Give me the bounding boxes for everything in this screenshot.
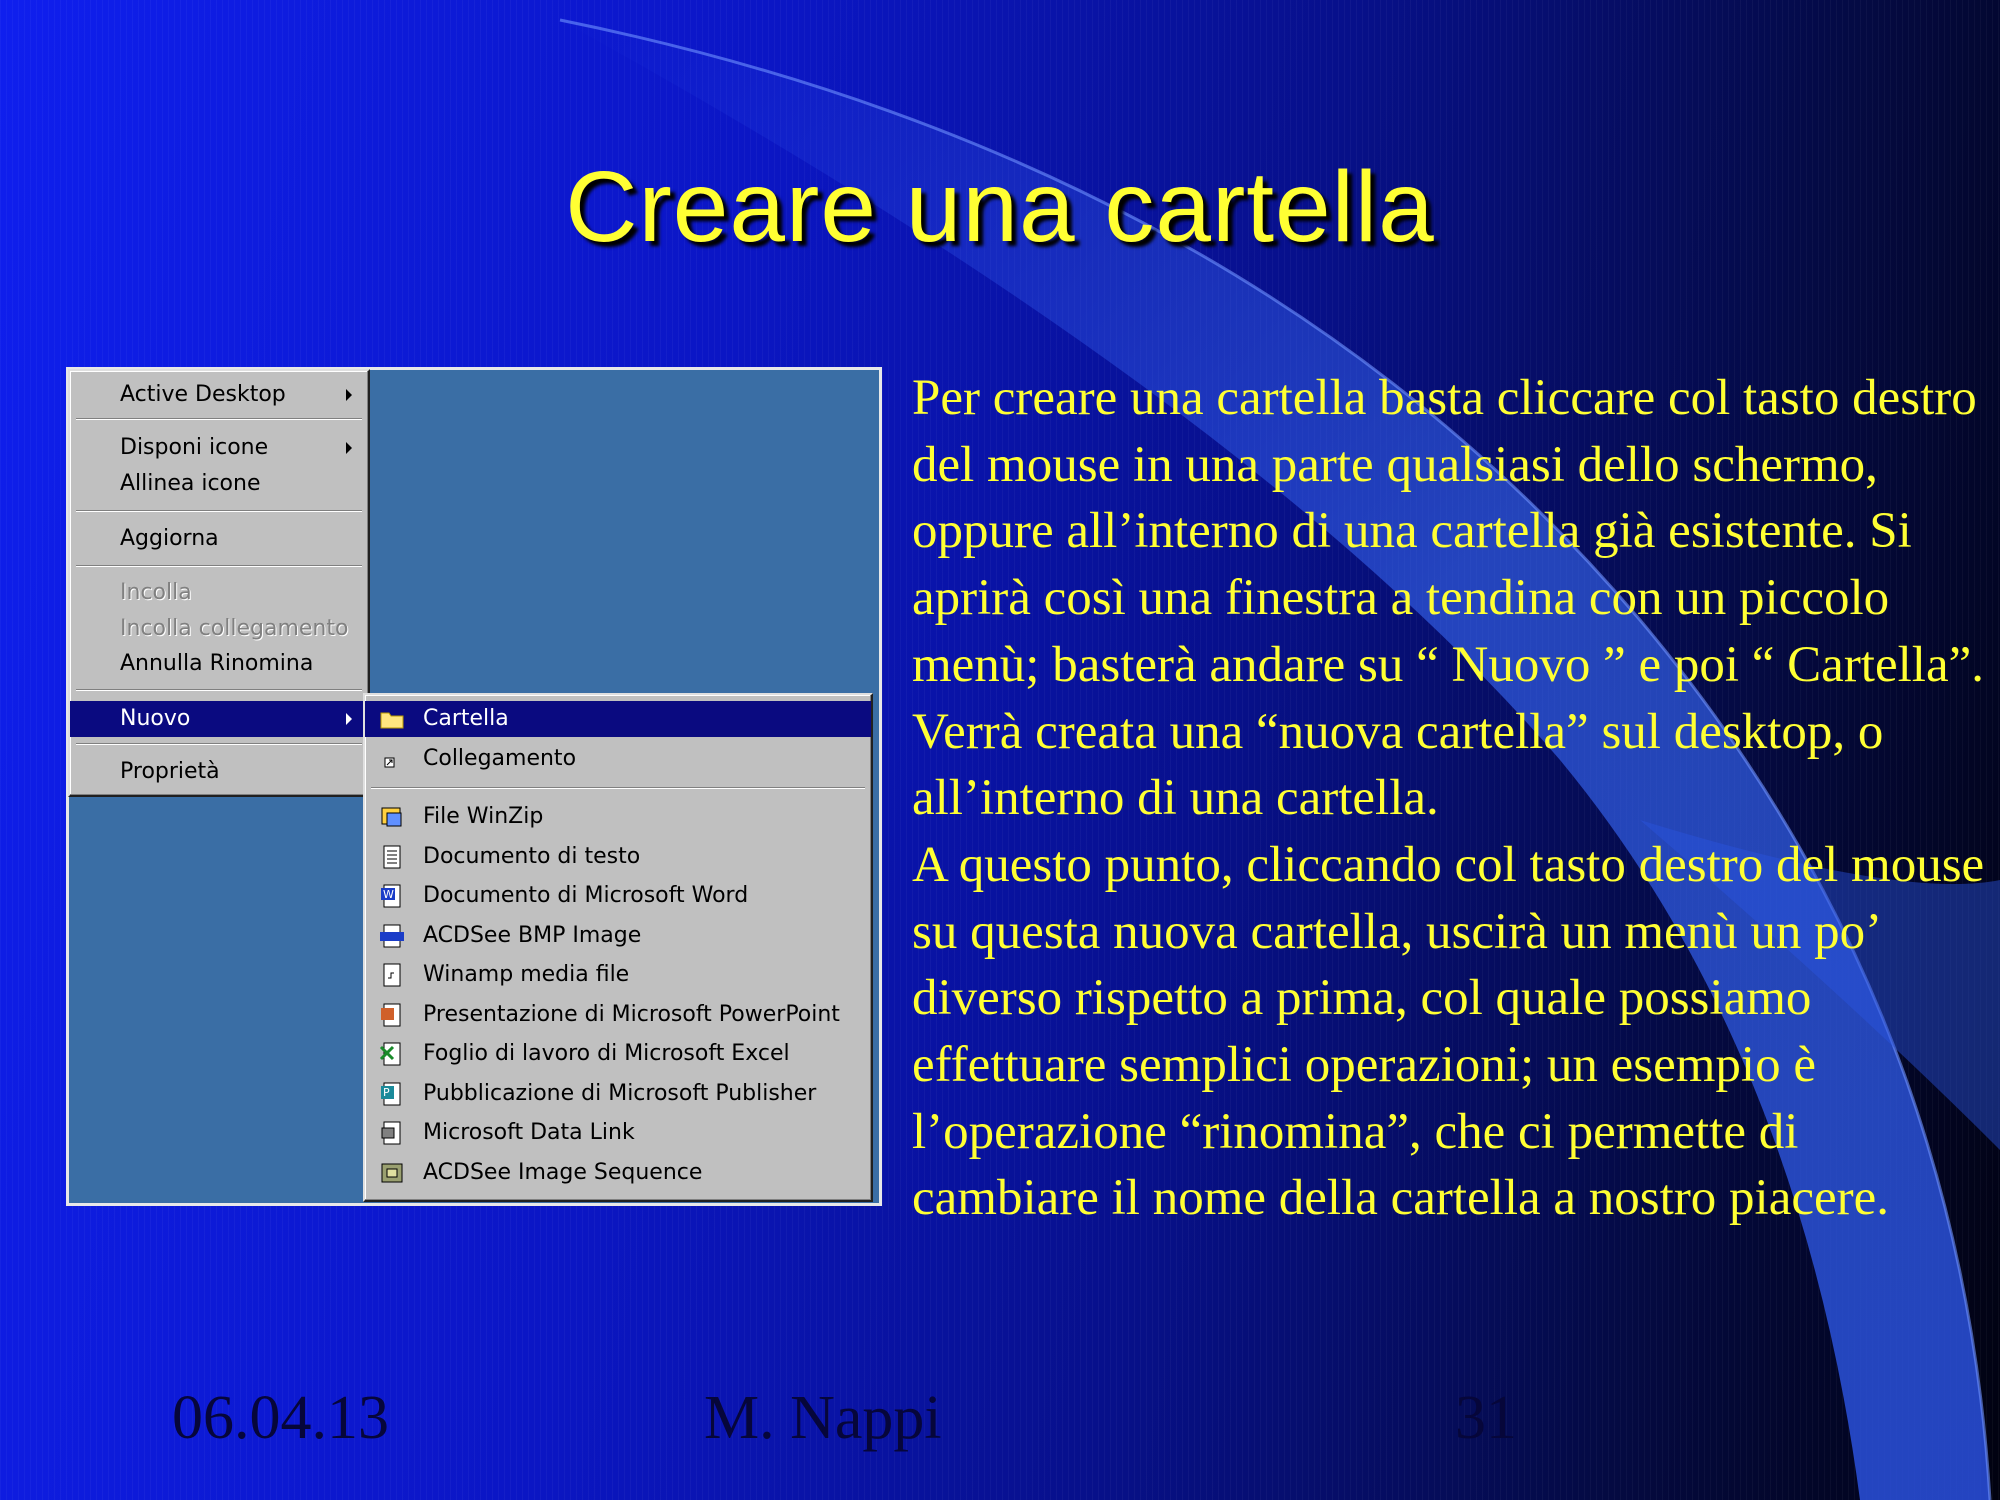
menu-item-label: Incolla xyxy=(120,580,192,605)
bmp-image-icon xyxy=(380,924,404,948)
slide-body: Per creare una cartella basta cliccare c… xyxy=(912,365,1992,1232)
menu-separator xyxy=(76,565,362,567)
new-submenu: Cartella Collegamento File WinZip Docume… xyxy=(363,693,873,1202)
menu-item-label: Pubblicazione di Microsoft Publisher xyxy=(423,1081,817,1106)
submenu-item-data-link[interactable]: Microsoft Data Link xyxy=(365,1115,871,1151)
submenu-item-cartella[interactable]: Cartella xyxy=(365,701,871,737)
publisher-icon: P xyxy=(381,1082,401,1106)
menu-item-label: Winamp media file xyxy=(423,962,630,987)
winamp-file-icon xyxy=(383,963,401,987)
menu-separator xyxy=(76,689,362,691)
footer-date: 06.04.13 xyxy=(172,1384,389,1452)
menu-item-label: ACDSee BMP Image xyxy=(423,923,642,948)
menu-separator xyxy=(76,510,362,512)
submenu-arrow-icon xyxy=(346,713,352,725)
excel-icon xyxy=(379,1042,401,1066)
submenu-item-acdsee-bmp[interactable]: ACDSee BMP Image xyxy=(365,918,871,954)
folder-icon xyxy=(380,712,404,729)
menu-separator xyxy=(76,418,362,420)
submenu-arrow-icon xyxy=(346,389,352,401)
footer-author: M. Nappi xyxy=(704,1384,942,1452)
winzip-icon xyxy=(381,807,402,827)
submenu-item-documento-word[interactable]: W Documento di Microsoft Word xyxy=(365,878,871,914)
submenu-item-image-sequence[interactable]: ACDSee Image Sequence xyxy=(365,1155,871,1191)
menu-item-label: Collegamento xyxy=(423,746,577,771)
menu-item-label: Microsoft Data Link xyxy=(423,1120,635,1145)
submenu-item-publisher[interactable]: P Pubblicazione di Microsoft Publisher xyxy=(365,1076,871,1112)
menu-item-proprieta[interactable]: Proprietà xyxy=(70,754,368,790)
svg-text:P: P xyxy=(383,1086,390,1099)
menu-item-label: Documento di Microsoft Word xyxy=(423,883,749,908)
menu-item-label: Active Desktop xyxy=(120,382,286,407)
menu-item-label: Allinea icone xyxy=(120,471,261,496)
powerpoint-icon xyxy=(381,1003,401,1027)
image-sequence-icon xyxy=(381,1163,403,1183)
menu-item-nuovo[interactable]: Nuovo xyxy=(70,701,368,737)
menu-item-label: Presentazione di Microsoft PowerPoint xyxy=(423,1002,840,1027)
submenu-item-collegamento[interactable]: Collegamento xyxy=(365,741,871,777)
menu-item-label: Proprietà xyxy=(120,759,220,784)
menu-item-incolla[interactable]: Incolla xyxy=(70,575,368,611)
submenu-item-documento-testo[interactable]: Documento di testo xyxy=(365,839,871,875)
footer-page-number: 31 xyxy=(1455,1384,1517,1452)
menu-item-aggiorna[interactable]: Aggiorna xyxy=(70,521,368,557)
body-paragraph-1: Per creare una cartella basta cliccare c… xyxy=(912,370,1984,827)
body-paragraph-2: A questo punto, cliccando col tasto dest… xyxy=(912,836,1985,1227)
submenu-item-excel[interactable]: Foglio di lavoro di Microsoft Excel xyxy=(365,1036,871,1072)
menu-separator xyxy=(371,787,865,789)
menu-item-active-desktop[interactable]: Active Desktop xyxy=(70,377,368,413)
svg-text:W: W xyxy=(383,888,394,901)
menu-item-label: Cartella xyxy=(423,706,509,731)
text-document-icon xyxy=(383,845,401,869)
desktop-context-menu: Active Desktop Disponi icone Allinea ico… xyxy=(68,369,370,797)
menu-item-incolla-collegamento[interactable]: Incolla collegamento xyxy=(70,611,368,647)
menu-separator xyxy=(76,743,362,745)
menu-item-disponi-icone[interactable]: Disponi icone xyxy=(70,430,368,466)
menu-item-label: Foglio di lavoro di Microsoft Excel xyxy=(423,1041,790,1066)
submenu-arrow-icon xyxy=(346,442,352,454)
slide-title: Creare una cartella xyxy=(565,151,1435,263)
menu-item-annulla-rinomina[interactable]: Annulla Rinomina xyxy=(70,646,368,682)
menu-item-label: Incolla collegamento xyxy=(120,616,349,641)
word-document-icon: W xyxy=(381,884,401,908)
menu-item-label: Disponi icone xyxy=(120,435,269,460)
menu-item-allinea-icone[interactable]: Allinea icone xyxy=(70,466,368,502)
menu-item-label: ACDSee Image Sequence xyxy=(423,1160,703,1185)
menu-item-label: Aggiorna xyxy=(120,526,219,551)
menu-item-label: Annulla Rinomina xyxy=(120,651,314,676)
menu-item-label: Nuovo xyxy=(120,706,191,731)
data-link-icon xyxy=(381,1121,401,1145)
submenu-item-powerpoint[interactable]: Presentazione di Microsoft PowerPoint xyxy=(365,997,871,1033)
shortcut-icon xyxy=(384,757,395,768)
submenu-item-winamp[interactable]: Winamp media file xyxy=(365,957,871,993)
menu-item-label: Documento di testo xyxy=(423,844,641,869)
menu-item-label: File WinZip xyxy=(423,804,544,829)
submenu-item-winzip[interactable]: File WinZip xyxy=(365,799,871,835)
